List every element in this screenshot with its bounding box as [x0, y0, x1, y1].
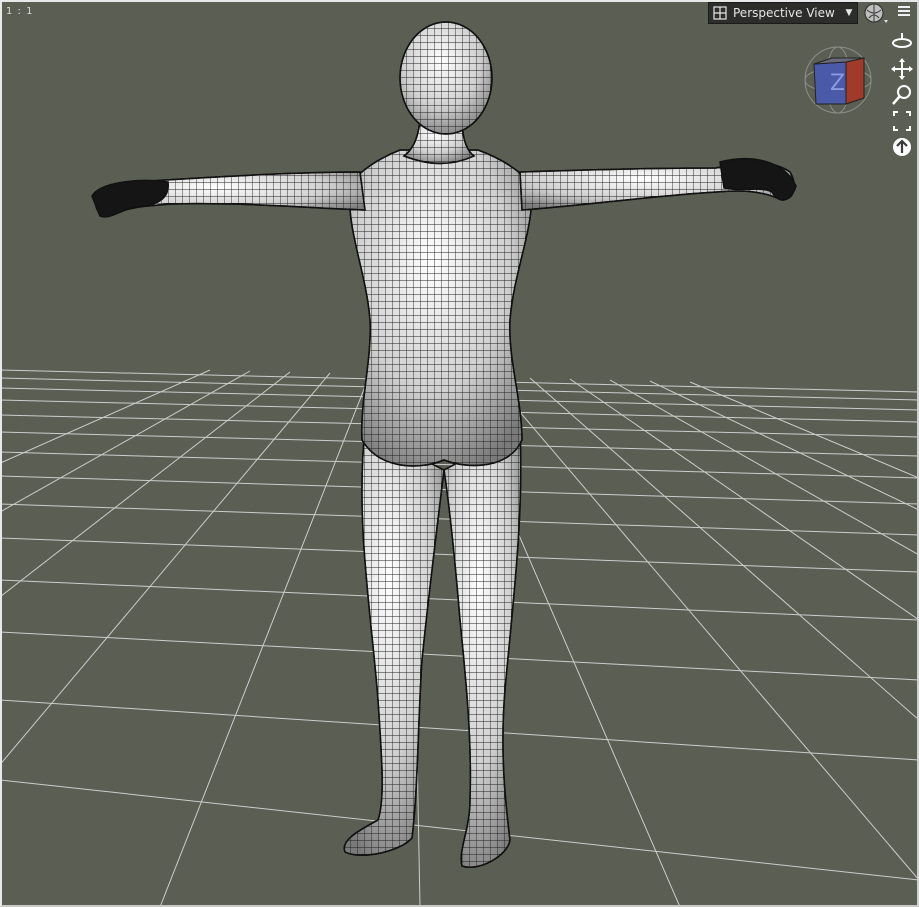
zoom-icon[interactable] [890, 82, 914, 108]
reset-view-icon[interactable] [890, 134, 914, 160]
viewport-scene[interactable] [0, 0, 919, 907]
viewport-menu-icon[interactable] [894, 2, 914, 22]
orbit-icon[interactable] [890, 30, 914, 56]
zoom-ratio-label: 1 : 1 [6, 6, 34, 17]
human-figure-mesh[interactable] [91, 21, 797, 868]
navigation-tools [890, 30, 914, 160]
view-select-label: Perspective View [733, 6, 835, 20]
pan-icon[interactable] [890, 56, 914, 82]
frame-icon[interactable] [890, 108, 914, 134]
view-cube-icon[interactable]: Z [802, 44, 874, 116]
3d-viewport[interactable]: 1 : 1 Perspective View ▼ Z [0, 0, 919, 907]
viewport-layout-icon [713, 6, 727, 20]
view-select-dropdown[interactable]: Perspective View ▼ [708, 2, 858, 24]
draw-style-button[interactable] [862, 2, 890, 26]
chevron-down-icon: ▼ [845, 8, 853, 18]
svg-text:Z: Z [830, 71, 845, 96]
